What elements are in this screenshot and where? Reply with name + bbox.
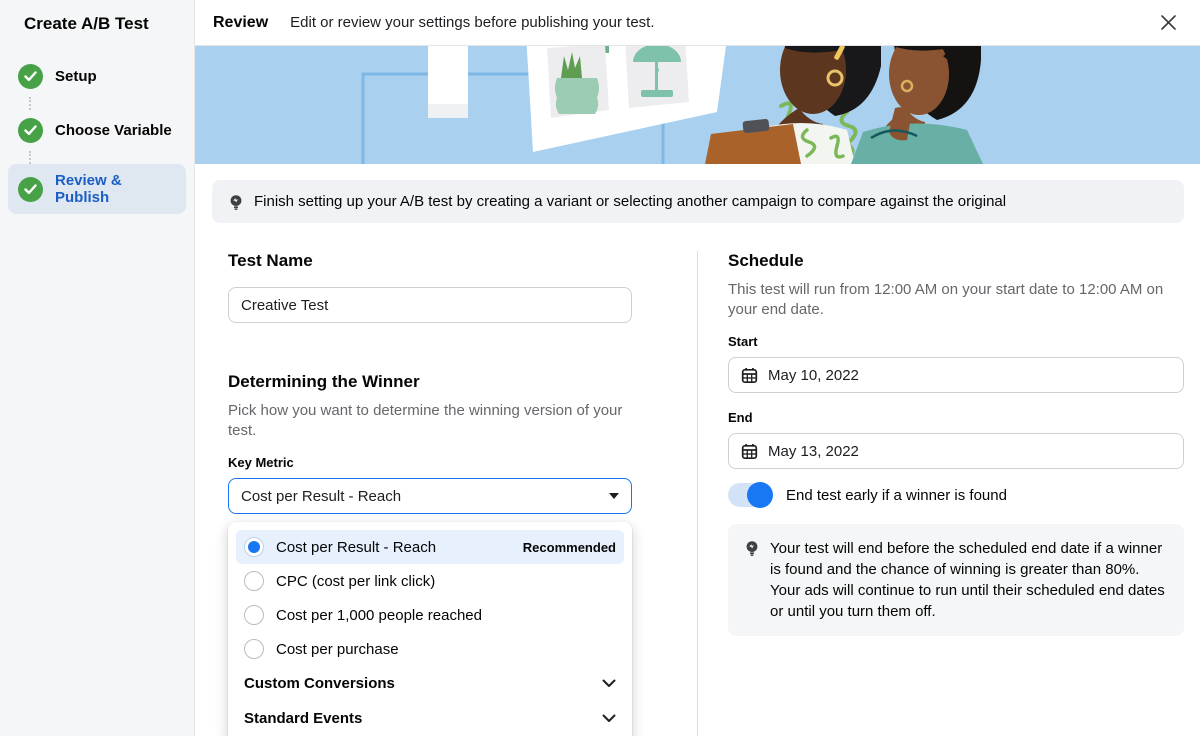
banner-illustration <box>195 46 1200 164</box>
wizard-sidebar: Create A/B Test Setup Choose Variable Re… <box>0 0 195 736</box>
radio-icon[interactable] <box>244 571 264 591</box>
sidebar-step-label: Choose Variable <box>55 122 172 139</box>
calendar-icon <box>741 443 758 460</box>
early-end-note: Your test will end before the scheduled … <box>728 524 1184 636</box>
start-date-input[interactable]: May 10, 2022 <box>728 357 1184 393</box>
end-date-value: May 13, 2022 <box>768 443 859 460</box>
test-name-heading: Test Name <box>228 251 632 271</box>
end-label: End <box>728 410 1184 425</box>
chevron-down-icon <box>602 679 616 688</box>
end-test-early-label: End test early if a winner is found <box>786 487 1007 504</box>
sidebar-step-label: Setup <box>55 68 97 85</box>
toggle-knob <box>747 482 773 508</box>
sidebar-step-review-publish[interactable]: Review & Publish <box>8 164 186 214</box>
metric-option-cpc[interactable]: CPC (cost per link click) <box>236 564 624 598</box>
setup-notice: Finish setting up your A/B test by creat… <box>212 180 1184 223</box>
key-metric-dropdown: Cost per Result - Reach Recommended CPC … <box>228 522 632 736</box>
column-divider <box>697 251 698 736</box>
group-custom-conversions[interactable]: Custom Conversions <box>236 666 624 701</box>
key-metric-select[interactable]: Cost per Result - Reach <box>228 478 632 514</box>
start-label: Start <box>728 334 1184 349</box>
chevron-down-icon <box>602 714 616 723</box>
determining-winner-heading: Determining the Winner <box>228 372 632 392</box>
close-button[interactable] <box>1154 9 1182 37</box>
metric-option-cost-per-purchase[interactable]: Cost per purchase <box>236 632 624 666</box>
page-title: Review <box>213 14 268 32</box>
sidebar-step-label: Review & Publish <box>55 172 176 206</box>
start-date-value: May 10, 2022 <box>768 367 859 384</box>
sidebar-step-choose-variable[interactable]: Choose Variable <box>8 110 186 151</box>
step-connector <box>29 97 186 110</box>
key-metric-label: Key Metric <box>228 455 632 470</box>
recommended-badge: Recommended <box>523 540 616 555</box>
page-subtitle: Edit or review your settings before publ… <box>290 14 654 31</box>
radio-icon[interactable] <box>244 605 264 625</box>
check-icon <box>18 118 43 143</box>
schedule-heading: Schedule <box>728 251 1184 271</box>
caret-down-icon <box>609 493 619 499</box>
step-connector <box>29 151 186 164</box>
radio-icon[interactable] <box>244 639 264 659</box>
radio-icon[interactable] <box>244 537 264 557</box>
metric-option-cost-per-result-reach[interactable]: Cost per Result - Reach Recommended <box>236 530 624 564</box>
main-panel: Review Edit or review your settings befo… <box>195 0 1200 736</box>
metric-option-cost-per-1000-reached[interactable]: Cost per 1,000 people reached <box>236 598 624 632</box>
end-date-input[interactable]: May 13, 2022 <box>728 433 1184 469</box>
test-name-input[interactable] <box>228 287 632 323</box>
banner <box>195 46 1200 164</box>
check-icon <box>18 177 43 202</box>
close-icon <box>1160 14 1177 31</box>
create-ab-test-window: Create A/B Test Setup Choose Variable Re… <box>0 0 1200 736</box>
early-end-note-text: Your test will end before the scheduled … <box>770 538 1168 622</box>
schedule-description: This test will run from 12:00 AM on your… <box>728 280 1184 320</box>
lightbulb-icon <box>228 194 244 211</box>
calendar-icon <box>741 367 758 384</box>
review-header: Review Edit or review your settings befo… <box>195 0 1200 46</box>
notice-text: Finish setting up your A/B test by creat… <box>254 193 1006 210</box>
determining-winner-description: Pick how you want to determine the winni… <box>228 401 632 441</box>
end-test-early-toggle[interactable] <box>728 483 772 507</box>
sidebar-step-setup[interactable]: Setup <box>8 56 186 97</box>
review-content: Finish setting up your A/B test by creat… <box>195 164 1200 736</box>
group-standard-events[interactable]: Standard Events <box>236 701 624 736</box>
lightbulb-icon <box>744 540 760 557</box>
key-metric-selected-value: Cost per Result - Reach <box>241 488 401 505</box>
check-icon <box>18 64 43 89</box>
sidebar-title: Create A/B Test <box>8 14 186 56</box>
